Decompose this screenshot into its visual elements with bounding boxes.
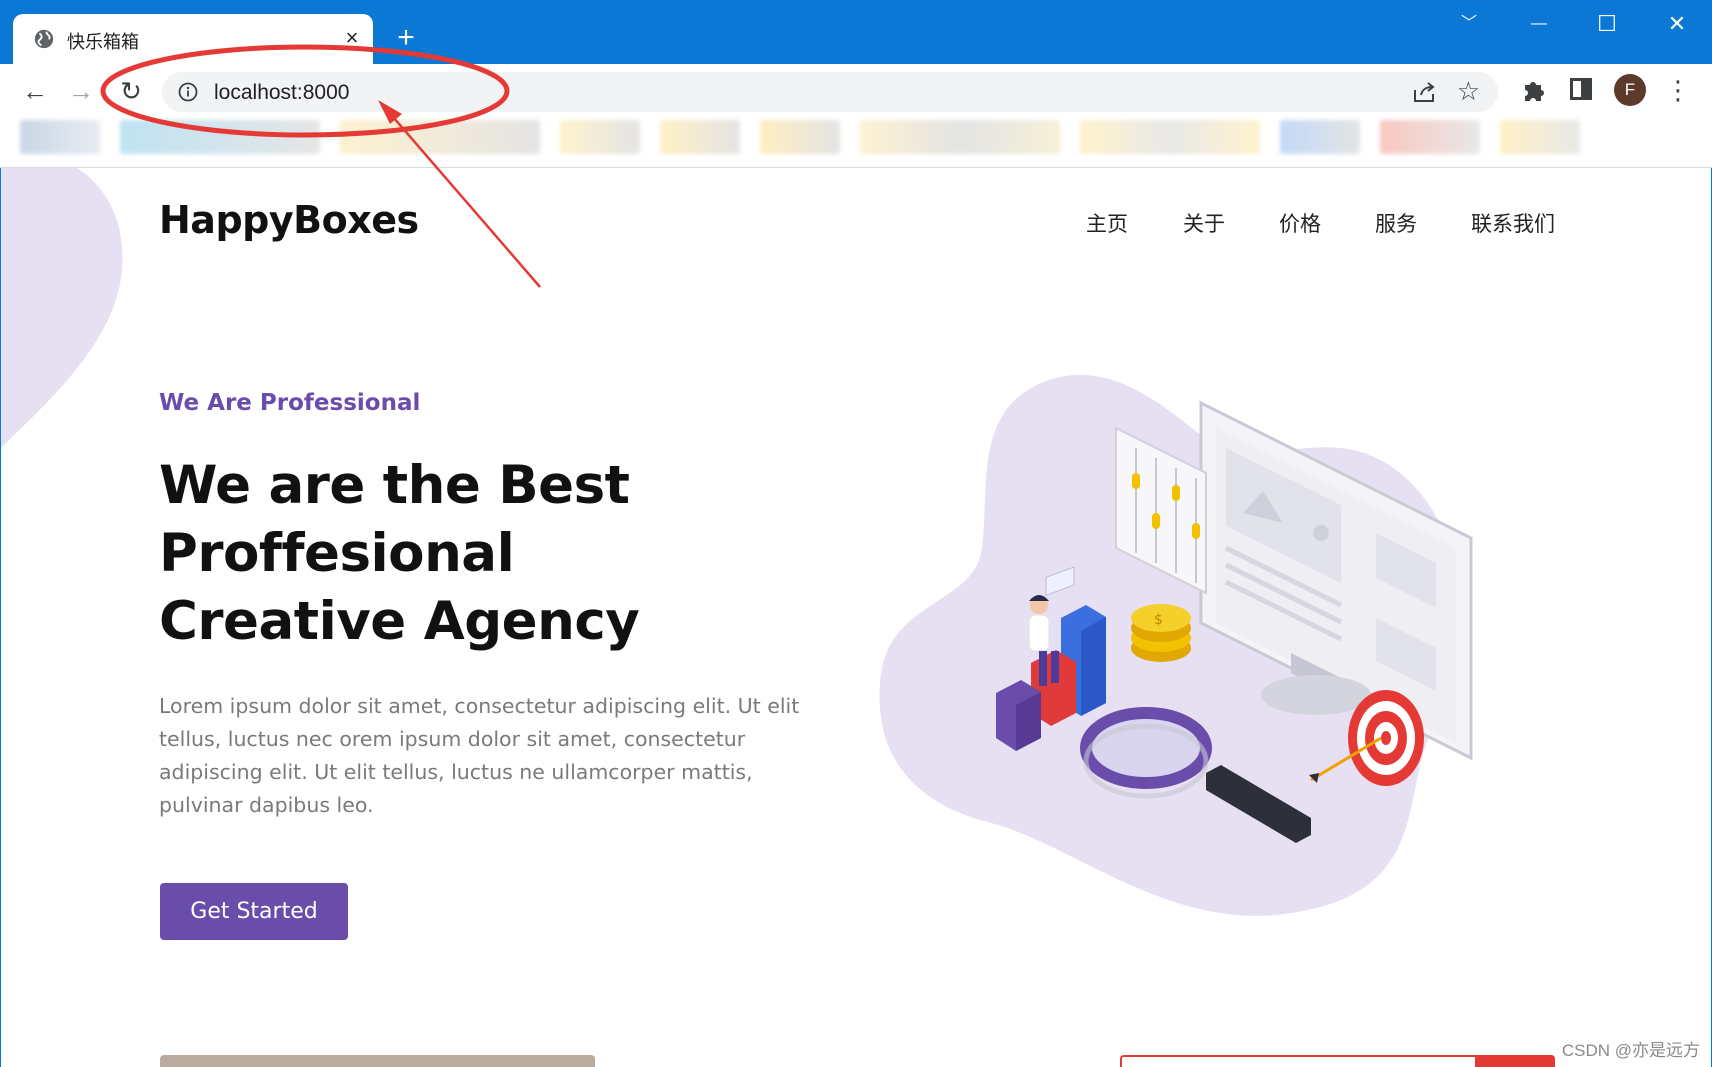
- headline-line: We are the Best: [159, 455, 630, 516]
- decorative-blob: [1, 168, 123, 448]
- nav-link-pricing[interactable]: 价格: [1279, 208, 1321, 238]
- back-button[interactable]: ←: [18, 74, 52, 108]
- headline-line: Proffesional: [159, 523, 515, 584]
- profile-avatar[interactable]: F: [1614, 74, 1646, 106]
- bookmark-item[interactable]: [1080, 120, 1260, 154]
- hero-description: Lorem ipsum dolor sit amet, consectetur …: [159, 694, 800, 817]
- nav-link-services[interactable]: 服务: [1375, 208, 1417, 238]
- share-icon[interactable]: [1412, 80, 1438, 104]
- svg-text:$: $: [1154, 612, 1163, 628]
- bookmark-item[interactable]: [560, 120, 640, 154]
- bookmarks-bar: [0, 118, 1712, 168]
- nav-link-home[interactable]: 主页: [1086, 208, 1128, 238]
- bookmark-item[interactable]: [860, 120, 1060, 154]
- main-nav: 主页 关于 价格 服务 联系我们: [1071, 208, 1571, 238]
- bookmark-item[interactable]: [340, 120, 540, 154]
- minimize-button[interactable]: —: [1514, 8, 1564, 40]
- new-tab-button[interactable]: +: [388, 20, 424, 56]
- bookmark-item[interactable]: [20, 120, 100, 154]
- star-icon[interactable]: ☆: [1457, 76, 1480, 106]
- watermark: CSDN @亦是远方: [1561, 1041, 1700, 1060]
- page-viewport: HappyBoxes 主页 关于 价格 服务 联系我们 We Are Profe…: [0, 168, 1712, 1067]
- url-text[interactable]: localhost:8000: [214, 81, 349, 105]
- hero-illustration: $: [879, 374, 1473, 916]
- hero-kicker: We Are Professional: [159, 390, 421, 416]
- headline-line: Creative Agency: [159, 591, 640, 652]
- address-bar[interactable]: localhost:8000 ☆: [162, 72, 1498, 112]
- bookmark-item[interactable]: [660, 120, 740, 154]
- reload-button[interactable]: ↻: [114, 74, 148, 108]
- bookmark-item[interactable]: [1380, 120, 1480, 154]
- nav-link-contact[interactable]: 联系我们: [1471, 208, 1555, 238]
- coins-graphic: $: [1131, 604, 1191, 662]
- menu-icon[interactable]: ⋮: [1665, 72, 1691, 108]
- maximize-button[interactable]: ☐: [1582, 8, 1632, 40]
- puzzle-icon[interactable]: [1520, 76, 1548, 104]
- close-window-button[interactable]: ✕: [1652, 8, 1702, 40]
- forward-button[interactable]: →: [64, 74, 98, 108]
- hero-headline: We are the Best Proffesional Creative Ag…: [159, 452, 859, 656]
- globe-icon: [34, 29, 54, 49]
- tab-close-button[interactable]: ×: [338, 24, 366, 52]
- bookmark-item[interactable]: [1280, 120, 1360, 154]
- screen: 快乐箱箱 × + ﹀ — ☐ ✕ ← → ↻ localhost:8000 ☆: [0, 0, 1712, 1067]
- nav-link-about[interactable]: 关于: [1183, 208, 1225, 238]
- browser-titlebar: 快乐箱箱 × + ﹀ — ☐ ✕: [0, 0, 1712, 64]
- get-started-button[interactable]: Get Started: [160, 883, 348, 940]
- browser-tab[interactable]: 快乐箱箱 ×: [13, 14, 373, 64]
- brand-logo[interactable]: HappyBoxes: [159, 198, 419, 242]
- tab-title: 快乐箱箱: [67, 32, 139, 52]
- bookmark-item[interactable]: [120, 120, 320, 154]
- bookmark-item[interactable]: [1500, 120, 1580, 154]
- feature-card-left: [160, 1055, 595, 1067]
- info-icon[interactable]: [178, 82, 198, 102]
- side-panel-icon[interactable]: [1570, 78, 1592, 100]
- tab-search-button[interactable]: ﹀: [1444, 8, 1494, 40]
- bookmark-item[interactable]: [760, 120, 840, 154]
- feature-card-right: [1120, 1055, 1555, 1067]
- browser-toolbar: ← → ↻ localhost:8000 ☆ F ⋮: [0, 64, 1712, 118]
